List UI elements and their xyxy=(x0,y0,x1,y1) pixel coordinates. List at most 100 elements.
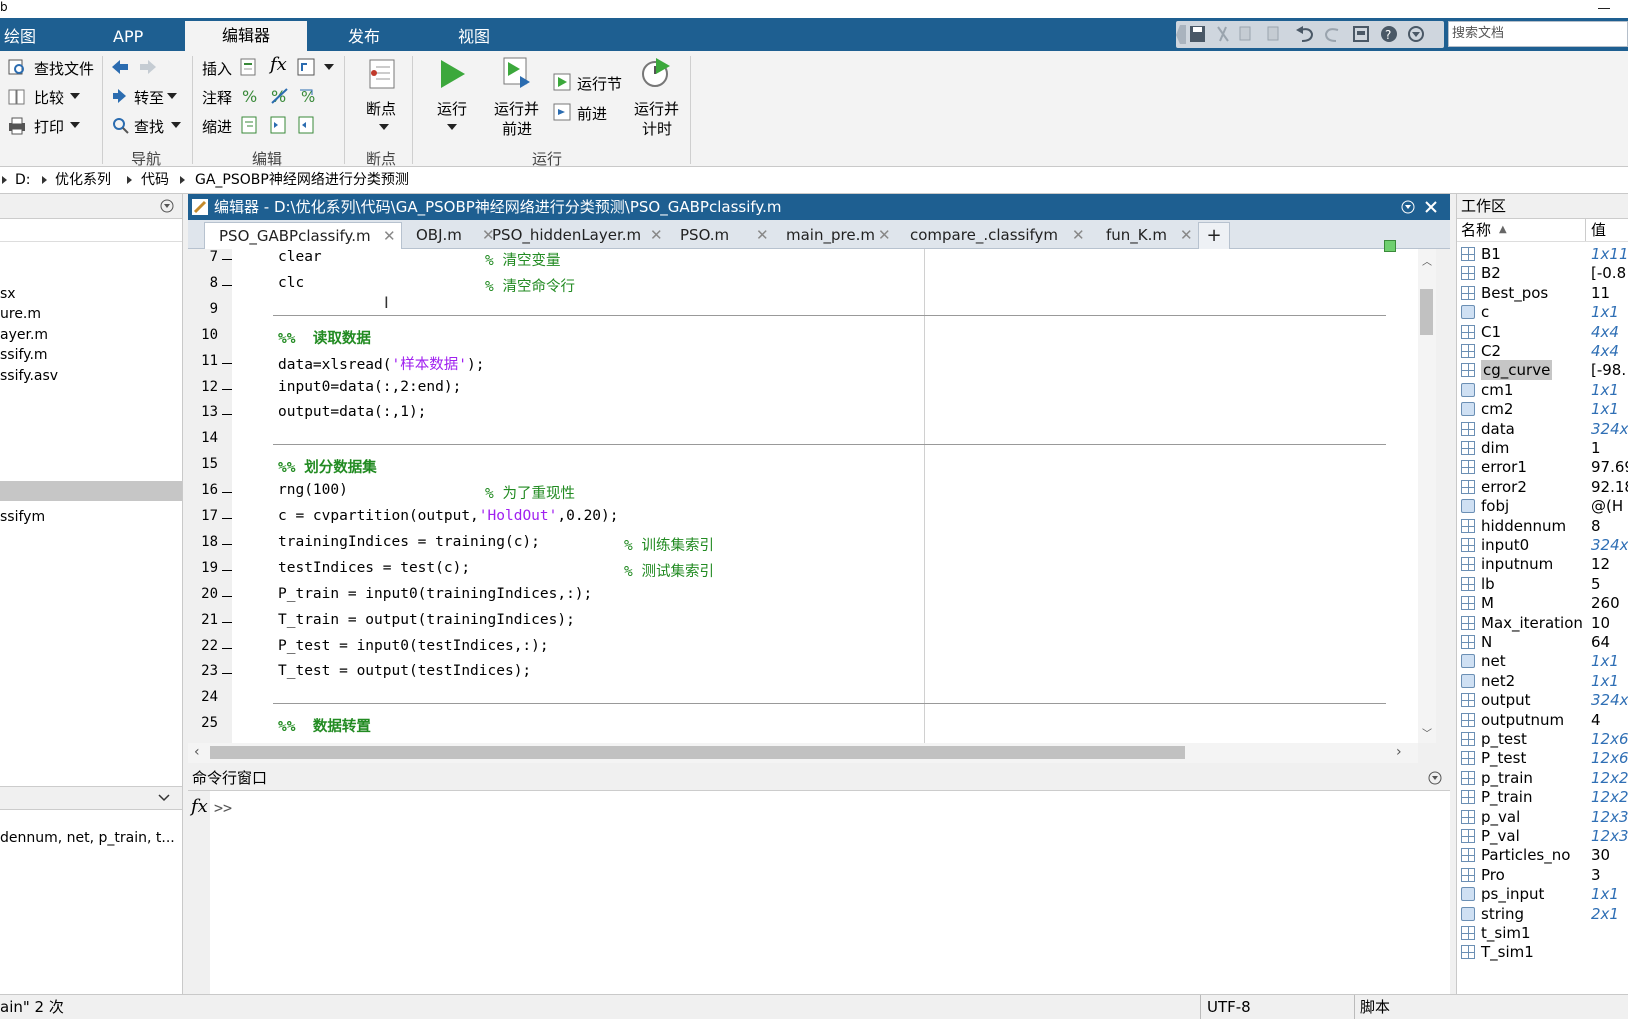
code-line[interactable]: P_test = input0(testIndices,:); xyxy=(278,638,549,654)
code-line[interactable]: rng(100) xyxy=(278,482,348,498)
executable-line-marker[interactable] xyxy=(222,284,232,286)
workspace-variable-row[interactable]: C2 4x4 xyxy=(1457,341,1628,361)
print-button[interactable]: 打印 xyxy=(34,116,64,137)
panel-menu-icon[interactable] xyxy=(1428,771,1442,785)
editor-vertical-scrollbar[interactable]: ︿ ﹀ xyxy=(1418,249,1436,743)
editor-horizontal-scrollbar[interactable]: ‹ › xyxy=(188,743,1418,763)
workspace-variable-row[interactable]: Particles_no 30 xyxy=(1457,845,1628,865)
back-forward-icon[interactable] xyxy=(110,58,160,76)
workspace-variable-row[interactable]: cm2 1x1 xyxy=(1457,399,1628,419)
workspace-variable-row[interactable]: string 2x1 xyxy=(1457,904,1628,924)
tab-editor[interactable]: 编辑器 xyxy=(185,21,307,51)
close-tab-icon[interactable]: ✕ xyxy=(650,222,663,248)
advance-button[interactable]: 前进 xyxy=(577,103,607,124)
executable-line-marker[interactable] xyxy=(222,595,232,597)
code-comment[interactable]: % 清空命令行 xyxy=(485,275,575,296)
print-dropdown-icon[interactable] xyxy=(70,122,80,128)
insert-fi-icon[interactable] xyxy=(297,58,315,76)
find-files-button[interactable]: 查找文件 xyxy=(34,58,94,79)
executable-line-marker[interactable] xyxy=(222,647,232,649)
section-title[interactable]: %% 数据转置 xyxy=(278,715,371,736)
workspace-variable-row[interactable]: t_sim1 xyxy=(1457,923,1628,943)
workspace-variable-row[interactable]: p_train 12x2 xyxy=(1457,768,1628,788)
workspace-variable-row[interactable]: P_val 12x3 xyxy=(1457,826,1628,846)
workspace-variable-row[interactable]: cm1 1x1 xyxy=(1457,380,1628,400)
executable-line-marker[interactable] xyxy=(222,492,232,494)
decrease-indent-icon[interactable] xyxy=(298,116,316,134)
run-section-button[interactable]: 运行节 xyxy=(577,73,622,94)
executable-line-marker[interactable] xyxy=(222,569,232,571)
code-comment[interactable]: % 测试集索引 xyxy=(624,560,714,581)
workspace-variable-row[interactable]: hiddennum 8 xyxy=(1457,516,1628,536)
wrap-comment-icon[interactable]: % xyxy=(298,87,316,105)
executable-line-marker[interactable] xyxy=(222,362,232,364)
tab-pso-hiddenlayer[interactable]: PSO_hiddenLayer.m ✕ xyxy=(484,222,666,248)
workspace-variable-row[interactable]: B2 [-0.8 xyxy=(1457,263,1628,283)
run-and-time-icon[interactable] xyxy=(640,56,674,90)
scroll-down-icon[interactable]: ﹀ xyxy=(1422,725,1432,740)
smart-indent-icon[interactable] xyxy=(241,116,259,134)
close-icon[interactable] xyxy=(1424,200,1438,214)
workspace-variable-row[interactable]: B1 1x11 xyxy=(1457,244,1628,264)
workspace-variable-row[interactable]: net2 1x1 xyxy=(1457,671,1628,691)
tab-pso[interactable]: PSO.m ✕ xyxy=(670,222,772,248)
workspace-variable-row[interactable]: p_val 12x3 xyxy=(1457,807,1628,827)
run-dropdown-icon[interactable] xyxy=(447,124,457,130)
close-tab-icon[interactable]: ✕ xyxy=(383,223,396,249)
quick-access-icons[interactable]: ? xyxy=(1176,21,1444,48)
code-line[interactable]: data=xlsread('样本数据'); xyxy=(278,353,484,374)
workspace-variable-row[interactable]: P_train 12x2 xyxy=(1457,787,1628,807)
uncomment-icon[interactable]: % xyxy=(270,87,288,105)
workspace-variable-row[interactable]: net 1x1 xyxy=(1457,651,1628,671)
workspace-variable-row[interactable]: fobj @(H xyxy=(1457,496,1628,516)
search-docs-input[interactable]: 搜索文档 xyxy=(1448,21,1628,47)
file-item[interactable]: ayer.m xyxy=(0,327,48,343)
file-item[interactable]: sx xyxy=(0,286,16,302)
run-and-advance-label-2[interactable]: 前进 xyxy=(502,118,532,139)
executable-line-marker[interactable] xyxy=(222,388,232,390)
code-line[interactable]: input0=data(:,2:end); xyxy=(278,379,461,395)
code-comment[interactable]: % 训练集索引 xyxy=(624,534,714,555)
workspace-variable-row[interactable]: Max_iteration 10 xyxy=(1457,613,1628,633)
run-and-time-label-2[interactable]: 计时 xyxy=(642,118,672,139)
executable-line-marker[interactable] xyxy=(222,518,232,519)
find-dropdown-icon[interactable] xyxy=(171,122,181,128)
scroll-right-icon[interactable]: › xyxy=(1396,744,1402,760)
details-header[interactable] xyxy=(0,786,182,810)
workspace-variable-row[interactable]: N 64 xyxy=(1457,632,1628,652)
insert-section-icon[interactable] xyxy=(240,58,258,76)
workspace-variable-row[interactable]: outputnum 4 xyxy=(1457,710,1628,730)
tab-apps[interactable]: APP xyxy=(113,18,143,51)
run-icon[interactable] xyxy=(437,58,467,90)
code-line[interactable]: output=data(:,1); xyxy=(278,404,426,420)
goto-dropdown-icon[interactable] xyxy=(167,93,177,99)
section-title[interactable]: %% 读取数据 xyxy=(278,327,371,348)
column-divider[interactable] xyxy=(1585,219,1586,241)
code-line[interactable]: T_test = output(testIndices); xyxy=(278,663,531,679)
workspace-variable-row[interactable]: data 324x xyxy=(1457,419,1628,439)
workspace-variable-row[interactable]: Best_pos 11 xyxy=(1457,283,1628,303)
workspace-variable-row[interactable]: C1 4x4 xyxy=(1457,322,1628,342)
scroll-left-icon[interactable]: ‹ xyxy=(194,744,200,760)
command-prompt[interactable]: >> xyxy=(214,799,232,817)
file-item[interactable]: ssify.asv xyxy=(0,368,58,384)
file-item-selected[interactable] xyxy=(0,481,182,501)
comment-percent-icon[interactable]: % xyxy=(241,87,259,105)
compare-dropdown-icon[interactable] xyxy=(70,93,80,99)
tab-compare-classifym[interactable]: compare_.classifym ✕ xyxy=(900,222,1090,248)
find-button[interactable]: 查找 xyxy=(134,116,164,137)
code-line[interactable]: trainingIndices = training(c); xyxy=(278,534,540,550)
file-item[interactable]: ssify.m xyxy=(0,347,48,363)
file-item[interactable]: ssifym xyxy=(0,509,45,525)
breadcrumb-folder-2[interactable]: 代码 xyxy=(141,167,169,193)
workspace-variable-row[interactable]: ps_input 1x1 xyxy=(1457,884,1628,904)
workspace-variable-row[interactable]: lb 5 xyxy=(1457,574,1628,594)
code-line[interactable]: c = cvpartition(output,'HoldOut',0.20); xyxy=(278,508,618,524)
chevron-down-icon[interactable] xyxy=(158,793,170,803)
code-line[interactable]: T_train = output(trainingIndices); xyxy=(278,612,575,628)
workspace-variable-row[interactable]: inputnum 12 xyxy=(1457,554,1628,574)
goto-button[interactable]: 转至 xyxy=(134,87,164,108)
code-line[interactable]: clc xyxy=(278,275,304,291)
code-line[interactable]: P_train = input0(trainingIndices,:); xyxy=(278,586,592,602)
workspace-variable-row[interactable]: P_test 12x6 xyxy=(1457,748,1628,768)
